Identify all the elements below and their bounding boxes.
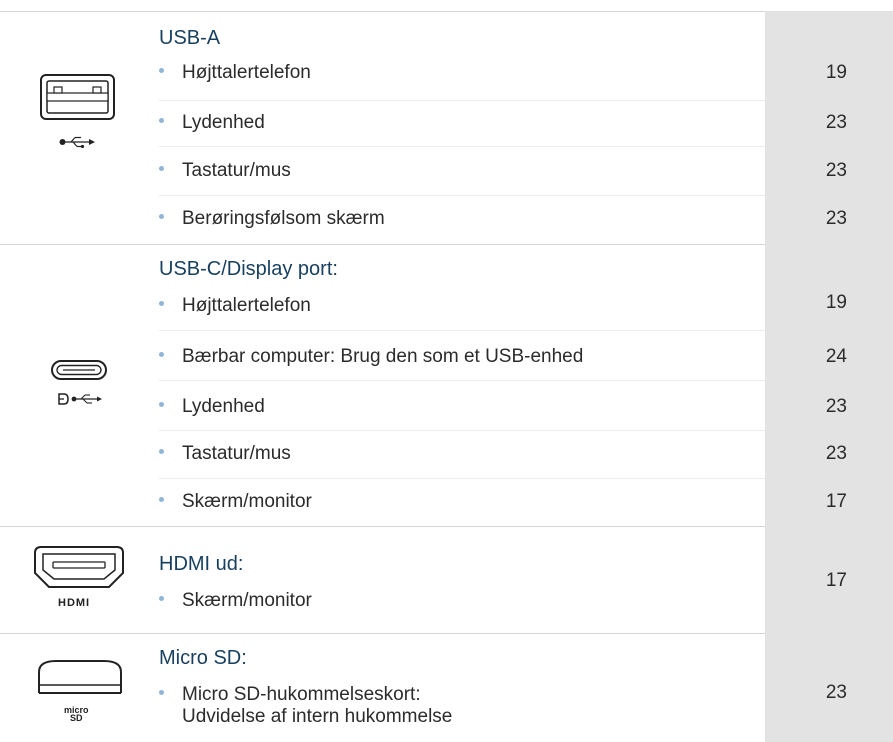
list-item: Højttalertelefon bbox=[159, 295, 311, 317]
page-number: 17 bbox=[825, 570, 847, 591]
list-item: Bærbar computer: Brug den som et USB-enh… bbox=[159, 346, 583, 368]
page-number: 23 bbox=[825, 208, 847, 229]
table-top-border bbox=[0, 11, 765, 12]
list-item: Tastatur/mus bbox=[159, 160, 291, 182]
row-divider bbox=[159, 330, 765, 331]
page-number: 17 bbox=[825, 491, 847, 512]
bullet-icon bbox=[159, 402, 164, 408]
displayport-usb-symbol-icon bbox=[58, 393, 102, 405]
page-number: 24 bbox=[825, 346, 847, 367]
page-number: 23 bbox=[825, 396, 847, 417]
list-item: Skærm/monitor bbox=[159, 491, 312, 513]
bullet-icon bbox=[159, 449, 164, 455]
list-item: Højttalertelefon bbox=[159, 62, 311, 84]
bullet-icon bbox=[159, 497, 164, 503]
list-item: Berøringsfølsom skærm bbox=[159, 208, 385, 230]
bullet-icon bbox=[159, 166, 164, 172]
bullet-icon bbox=[159, 301, 164, 307]
microsd-logo-line2: SD bbox=[70, 713, 83, 723]
list-item: Lydenhed bbox=[159, 396, 265, 418]
section-divider bbox=[0, 633, 765, 634]
row-divider bbox=[159, 100, 765, 101]
row-divider bbox=[159, 430, 765, 431]
section-title-hdmi: HDMI ud: bbox=[159, 553, 244, 575]
section-divider bbox=[0, 244, 765, 245]
microsd-logo: micro SD bbox=[64, 706, 89, 723]
page-number: 19 bbox=[825, 292, 847, 313]
bullet-icon bbox=[159, 68, 164, 74]
page-number: 19 bbox=[825, 62, 847, 83]
hdmi-logo: HDMI bbox=[58, 597, 91, 609]
section-divider bbox=[0, 526, 765, 527]
list-item-line2: Udvidelse af intern hukommelse bbox=[182, 706, 453, 727]
row-divider bbox=[159, 380, 765, 381]
list-item: Tastatur/mus bbox=[159, 443, 291, 465]
bullet-icon bbox=[159, 214, 164, 220]
list-item: Micro SD-hukommelseskort: Udvidelse af in… bbox=[159, 684, 452, 728]
row-divider bbox=[159, 146, 765, 147]
bullet-icon bbox=[159, 352, 164, 358]
list-item: Skærm/monitor bbox=[159, 590, 312, 612]
bullet-icon bbox=[159, 596, 164, 602]
page-number: 23 bbox=[825, 112, 847, 133]
section-title-usb-a: USB-A bbox=[159, 27, 221, 49]
list-item-line1: Micro SD-hukommelseskort: bbox=[182, 684, 421, 705]
usb-symbol-icon bbox=[59, 136, 95, 148]
row-divider bbox=[159, 478, 765, 479]
usb-a-port-icon bbox=[40, 74, 115, 120]
row-divider bbox=[159, 195, 765, 196]
hdmi-port-icon bbox=[34, 546, 124, 588]
usb-c-port-icon bbox=[51, 360, 107, 380]
section-title-micro-sd: Micro SD: bbox=[159, 647, 247, 669]
section-title-usb-c-display-port: USB-C/Display port: bbox=[159, 258, 338, 280]
microsd-slot-icon bbox=[38, 660, 122, 694]
page-number: 23 bbox=[825, 682, 847, 703]
list-item: Lydenhed bbox=[159, 112, 265, 134]
bullet-icon bbox=[159, 690, 164, 696]
bullet-icon bbox=[159, 118, 164, 124]
page-number: 23 bbox=[825, 160, 847, 181]
page-number: 23 bbox=[825, 443, 847, 464]
